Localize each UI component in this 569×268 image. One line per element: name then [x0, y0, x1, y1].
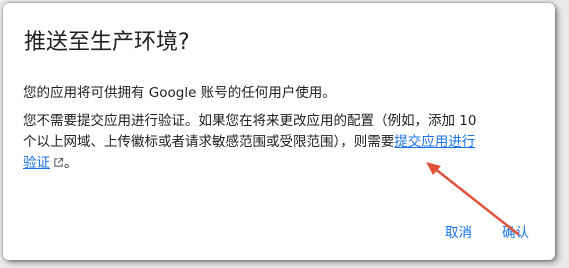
verification-line-2: 个以上网域、上传徽标或者请求敏感范围或受限范围），则需要提交应用进行	[23, 132, 543, 153]
verification-line-3-tail: 。	[64, 155, 78, 171]
confirm-button[interactable]: 确认	[500, 217, 531, 245]
verification-text: 您不需要提交应用进行验证。如果您在将来更改应用的配置（例如，添加 10 个以上网…	[23, 111, 543, 174]
cancel-button[interactable]: 取消	[443, 217, 474, 245]
submit-verification-link[interactable]: 提交应用进行	[394, 134, 475, 150]
dialog-title: 推送至生产环境?	[24, 30, 190, 55]
verification-line-1: 您不需要提交应用进行验证。如果您在将来更改应用的配置（例如，添加 10	[23, 113, 477, 129]
verification-line-2-text: 个以上网域、上传徽标或者请求敏感范围或受限范围），则需要	[23, 134, 395, 150]
publish-dialog: 推送至生产环境? 您的应用将可供拥有 Google 账号的任何用户使用。 您不需…	[3, 3, 555, 260]
availability-text: 您的应用将可供拥有 Google 账号的任何用户使用。	[23, 85, 336, 101]
external-link-icon[interactable]	[53, 157, 64, 168]
verification-line-3: 验证。	[23, 153, 543, 174]
dialog-actions: 取消 确认	[443, 217, 531, 245]
submit-verification-link-cont[interactable]: 验证	[23, 155, 50, 171]
